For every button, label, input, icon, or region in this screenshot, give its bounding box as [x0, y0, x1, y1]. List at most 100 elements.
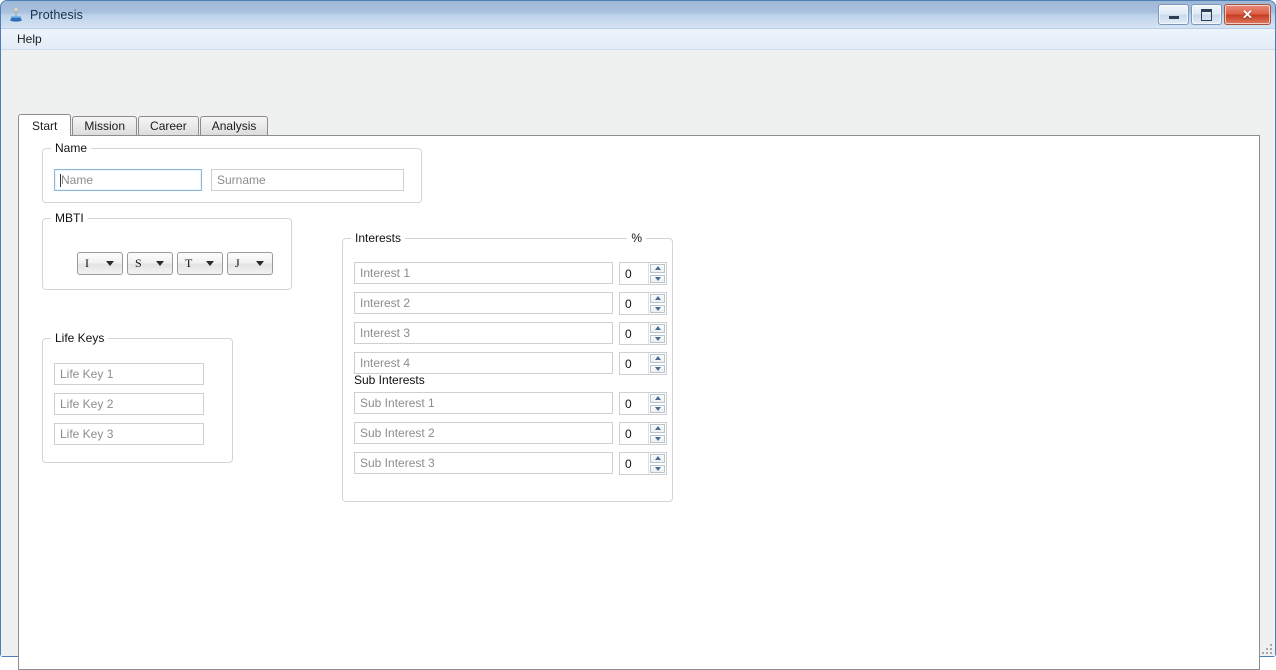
tab-analysis[interactable]: Analysis: [199, 116, 269, 135]
stepper-down-button[interactable]: [650, 404, 665, 413]
caret-down-icon: [654, 466, 661, 471]
title-bar[interactable]: Prothesis ✕: [1, 1, 1275, 29]
surname-input-placeholder: Surname: [217, 173, 266, 187]
interest-2-placeholder: Interest 2: [360, 296, 411, 310]
resize-grip[interactable]: [1259, 641, 1272, 654]
life-key-2-placeholder: Life Key 2: [60, 397, 114, 411]
surname-input[interactable]: Surname: [211, 169, 404, 191]
sub-interest-2-placeholder: Sub Interest 2: [360, 426, 435, 440]
interest-3-percent-value: 0: [625, 326, 632, 341]
mbti-select-4[interactable]: J: [227, 252, 273, 275]
caret-up-icon: [654, 266, 661, 271]
sub-interest-3-placeholder: Sub Interest 3: [360, 456, 435, 470]
maximize-icon: [1201, 8, 1212, 21]
mbti-select-1[interactable]: I: [77, 252, 123, 275]
window-controls: ✕: [1158, 4, 1271, 25]
caret-up-icon: [654, 426, 661, 431]
client-area: Start Mission Career Analysis Name Name …: [1, 50, 1275, 670]
sub-interest-2-stepper-buttons: [648, 423, 666, 444]
mbti-select-3[interactable]: T: [177, 252, 223, 275]
close-button[interactable]: ✕: [1224, 4, 1271, 25]
life-key-3-placeholder: Life Key 3: [60, 427, 114, 441]
caret-up-icon: [654, 356, 661, 361]
mbti-select-4-value: J: [235, 256, 240, 270]
chevron-down-icon: [106, 261, 114, 266]
interest-4-percent-stepper[interactable]: 0: [619, 352, 667, 375]
group-name: Name Name Surname: [42, 141, 422, 203]
sub-interest-2-percent-value: 0: [625, 426, 632, 441]
chevron-down-icon: [206, 261, 214, 266]
interest-3-input[interactable]: Interest 3: [354, 322, 613, 344]
caret-down-icon: [654, 336, 661, 341]
group-mbti-title: MBTI: [51, 211, 88, 225]
stepper-up-button[interactable]: [650, 294, 665, 303]
stepper-down-button[interactable]: [650, 304, 665, 313]
interest-2-stepper-buttons: [648, 293, 666, 314]
caret-up-icon: [654, 296, 661, 301]
interest-1-percent-value: 0: [625, 266, 632, 281]
tab-strip: Start Mission Career Analysis: [18, 114, 269, 136]
interest-1-input[interactable]: Interest 1: [354, 262, 613, 284]
interest-4-placeholder: Interest 4: [360, 356, 411, 370]
stepper-up-button[interactable]: [650, 424, 665, 433]
sub-interest-3-stepper-buttons: [648, 453, 666, 474]
sub-interests-label: Sub Interests: [354, 373, 425, 387]
minimize-button[interactable]: [1158, 4, 1189, 25]
stepper-down-button[interactable]: [650, 274, 665, 283]
app-icon[interactable]: [8, 7, 24, 23]
stepper-up-button[interactable]: [650, 354, 665, 363]
group-interests-title: Interests: [351, 231, 406, 245]
interest-4-percent-value: 0: [625, 356, 632, 371]
sub-interest-1-stepper-buttons: [648, 393, 666, 414]
caret-up-icon: [654, 396, 661, 401]
life-key-1-input[interactable]: Life Key 1: [54, 363, 204, 385]
app-icon-glyph: [10, 7, 22, 22]
interest-1-placeholder: Interest 1: [360, 266, 411, 280]
stepper-down-button[interactable]: [650, 464, 665, 473]
chevron-down-icon: [156, 261, 164, 266]
sub-interest-3-percent-value: 0: [625, 456, 632, 471]
interest-2-input[interactable]: Interest 2: [354, 292, 613, 314]
group-mbti: MBTI I S T J: [42, 211, 292, 290]
interest-1-percent-stepper[interactable]: 0: [619, 262, 667, 285]
caret-down-icon: [654, 366, 661, 371]
group-name-title: Name: [51, 141, 92, 155]
life-key-3-input[interactable]: Life Key 3: [54, 423, 204, 445]
sub-interest-2-percent-stepper[interactable]: 0: [619, 422, 667, 445]
chevron-down-icon: [256, 261, 264, 266]
caret-down-icon: [654, 436, 661, 441]
mbti-select-3-value: T: [185, 256, 193, 270]
life-key-2-input[interactable]: Life Key 2: [54, 393, 204, 415]
stepper-up-button[interactable]: [650, 264, 665, 273]
tab-mission[interactable]: Mission: [72, 116, 138, 135]
tab-career[interactable]: Career: [138, 116, 199, 135]
sub-interest-1-input[interactable]: Sub Interest 1: [354, 392, 613, 414]
interest-3-placeholder: Interest 3: [360, 326, 411, 340]
group-interests: Interests % Interest 1 0 Interest 2 0 In…: [342, 231, 673, 502]
stepper-down-button[interactable]: [650, 434, 665, 443]
sub-interest-1-percent-stepper[interactable]: 0: [619, 392, 667, 415]
stepper-down-button[interactable]: [650, 364, 665, 373]
menu-item-help[interactable]: Help: [11, 30, 48, 48]
interest-4-input[interactable]: Interest 4: [354, 352, 613, 374]
stepper-down-button[interactable]: [650, 334, 665, 343]
name-input[interactable]: Name: [54, 169, 202, 191]
caret-up-icon: [654, 326, 661, 331]
interest-4-stepper-buttons: [648, 353, 666, 374]
sub-interest-3-percent-stepper[interactable]: 0: [619, 452, 667, 475]
interest-2-percent-stepper[interactable]: 0: [619, 292, 667, 315]
sub-interest-1-percent-value: 0: [625, 396, 632, 411]
group-life-keys-title: Life Keys: [51, 331, 109, 345]
minimize-icon: [1168, 16, 1179, 19]
tab-start[interactable]: Start: [18, 114, 72, 136]
stepper-up-button[interactable]: [650, 324, 665, 333]
interest-3-percent-stepper[interactable]: 0: [619, 322, 667, 345]
maximize-button[interactable]: [1191, 4, 1222, 25]
menu-bar: Help: [1, 29, 1275, 50]
interest-1-stepper-buttons: [648, 263, 666, 284]
mbti-select-2[interactable]: S: [127, 252, 173, 275]
sub-interest-3-input[interactable]: Sub Interest 3: [354, 452, 613, 474]
stepper-up-button[interactable]: [650, 394, 665, 403]
sub-interest-2-input[interactable]: Sub Interest 2: [354, 422, 613, 444]
stepper-up-button[interactable]: [650, 454, 665, 463]
